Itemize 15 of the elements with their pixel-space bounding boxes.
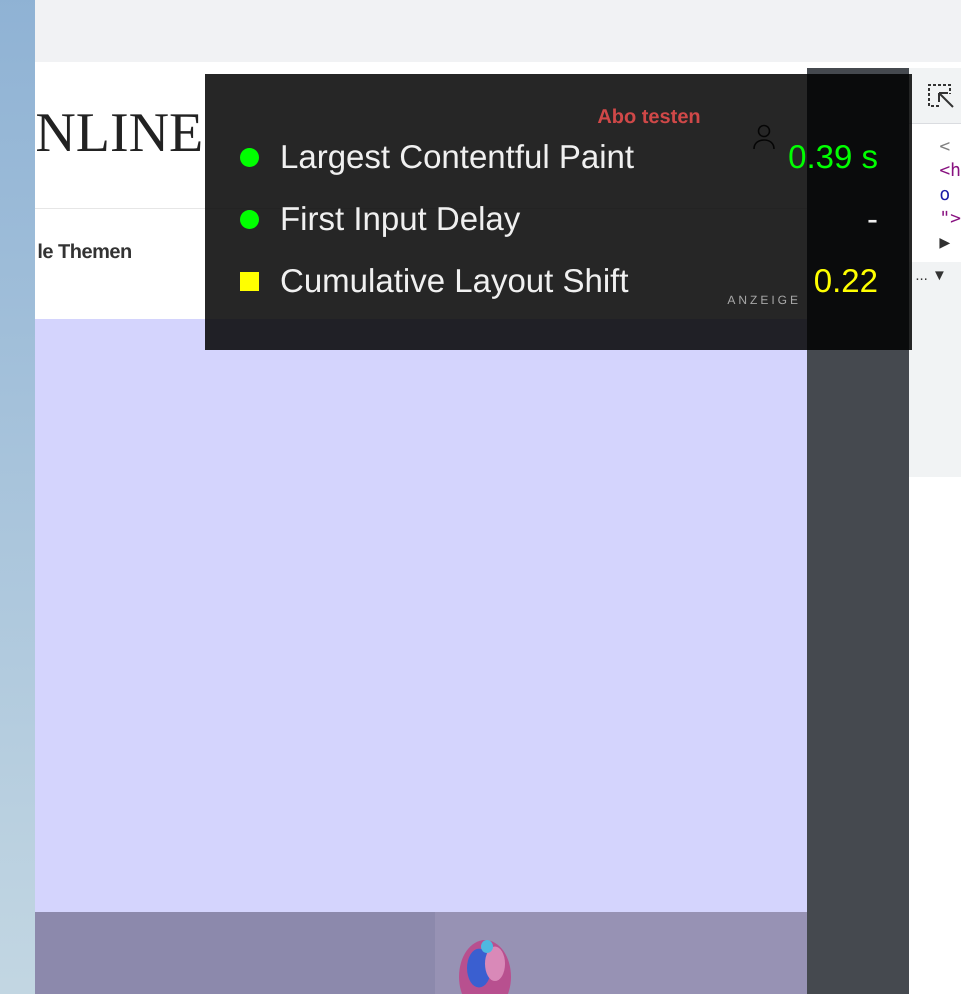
metric-value: 0.22 xyxy=(814,261,878,302)
code-line: <h xyxy=(939,160,961,182)
code-line: < xyxy=(939,136,952,158)
metric-label: Cumulative Layout Shift xyxy=(280,261,629,302)
metric-label: First Input Delay xyxy=(280,199,520,240)
code-line[interactable]: ... ▼ xyxy=(915,267,947,284)
metric-value: - xyxy=(867,199,878,240)
code-line: o xyxy=(939,184,952,206)
metric-label: Largest Contentful Paint xyxy=(280,137,634,178)
nav-item[interactable]: le Themen xyxy=(37,237,132,267)
code-line: ▶ xyxy=(939,232,952,254)
code-line: "> xyxy=(939,208,961,230)
site-logo: NLINE xyxy=(35,105,204,161)
ad-label: ANZEIGE xyxy=(727,292,801,309)
metric-value: 0.39 s xyxy=(788,137,878,178)
